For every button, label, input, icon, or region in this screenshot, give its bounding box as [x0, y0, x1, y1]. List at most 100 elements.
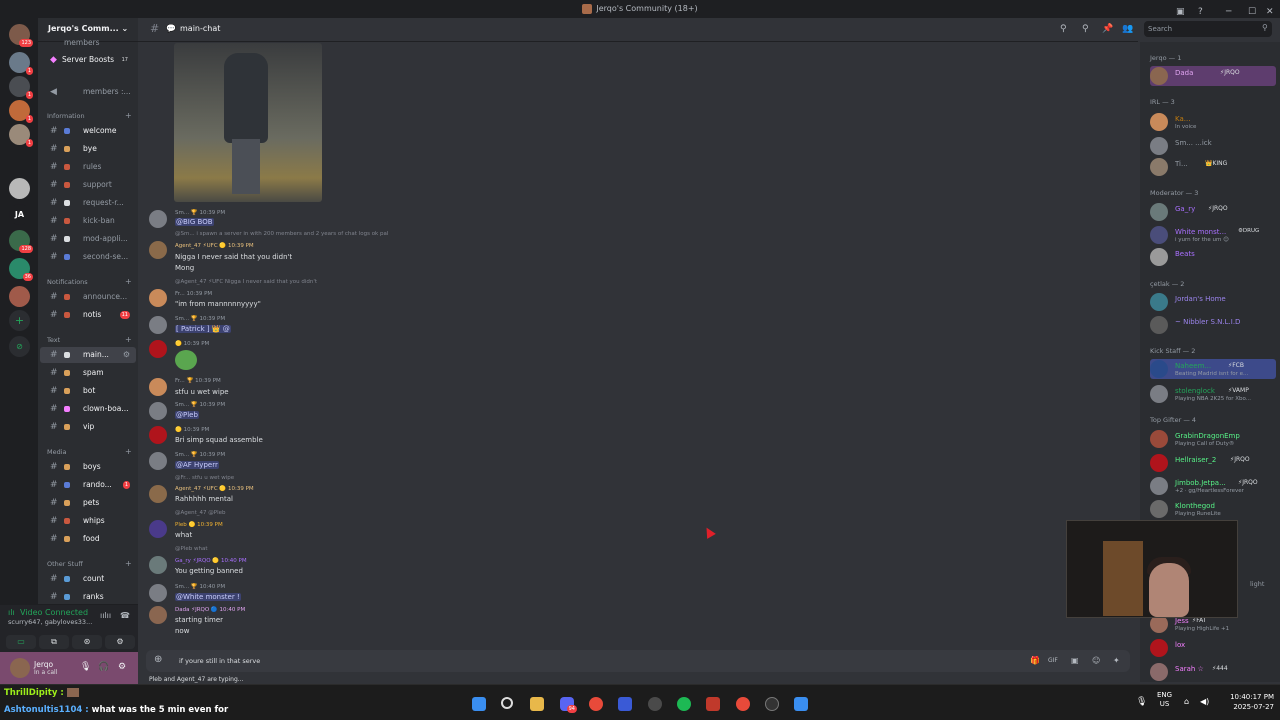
channel-spam[interactable]: # spam — [40, 365, 136, 381]
avatar[interactable] — [149, 485, 167, 503]
member-item[interactable]: stolenglock ⚡VAMP Playing NBA 2K25 for Xbo… — [1150, 384, 1276, 404]
channel-boys[interactable]: # boys — [40, 459, 136, 475]
voice-channel-name[interactable]: scurry647, gabyloves33... — [8, 618, 92, 626]
threads-icon[interactable]: ⚲ — [1060, 24, 1067, 34]
avatar[interactable] — [149, 316, 167, 334]
guild-item[interactable]: 1 — [9, 52, 33, 75]
member-item[interactable]: Sm... ...ick — [1150, 136, 1276, 156]
channel-welcome[interactable]: # welcome — [40, 123, 136, 139]
member-item[interactable]: ~ Nibbler S.N.L.I.D — [1150, 315, 1276, 335]
channel-bye[interactable]: # bye — [40, 141, 136, 157]
member-item[interactable]: GrabinDragonEmp Playing Call of Duty® — [1150, 429, 1276, 449]
category-media[interactable]: Media + — [47, 447, 132, 456]
explore-icon[interactable]: ⊘ — [9, 336, 30, 357]
avatar[interactable] — [149, 340, 167, 358]
avatar[interactable] — [149, 556, 167, 574]
camera-button[interactable]: ▭ — [6, 635, 36, 649]
noise-suppression-icon[interactable]: ıılıı — [100, 611, 111, 620]
message-composer[interactable]: ⊕ if youre still in that serve 🎁 GIF ▣ ☺… — [146, 650, 1130, 672]
member-item[interactable]: White monst... ⚙DRUG i yurn for the um 😊 — [1150, 225, 1276, 245]
user-settings-icon[interactable]: ⚙ — [118, 662, 126, 672]
windows-icon[interactable] — [472, 697, 486, 711]
voice-channel-members[interactable]: ◀ members :... — [40, 84, 136, 100]
server-boosts[interactable]: ◆ Server Boosts 17 — [40, 52, 136, 68]
channel-mod-apply[interactable]: # mod-appli... — [40, 231, 136, 247]
guild-item-ja[interactable]: JA — [9, 204, 30, 225]
channel-count[interactable]: # count — [40, 571, 136, 587]
members-list-icon[interactable]: 👥 — [1122, 24, 1133, 34]
channel-notis[interactable]: # notis 11 — [40, 307, 136, 323]
member-item[interactable]: Ka... In voice — [1150, 112, 1276, 132]
avatar[interactable] — [149, 520, 167, 538]
channel-main-chat[interactable]: # main... ⚙ — [40, 347, 136, 363]
app-icon[interactable] — [618, 697, 632, 711]
channel-kick-ban[interactable]: # kick-ban — [40, 213, 136, 229]
avatar[interactable] — [149, 402, 167, 420]
pin-icon[interactable]: 📌 — [1102, 24, 1113, 34]
avatar[interactable] — [149, 452, 167, 470]
member-item[interactable]: Ti... 👑KING — [1150, 157, 1276, 177]
upload-icon[interactable]: ⊕ — [154, 654, 162, 665]
avatar[interactable] — [149, 606, 167, 624]
category-text[interactable]: Text + — [47, 335, 132, 344]
guild-item[interactable]: 1 — [9, 100, 33, 123]
member-item[interactable]: Ga_ry ⚡JRQO — [1150, 202, 1276, 222]
member-item[interactable]: lox — [1150, 638, 1276, 658]
network-icon[interactable]: ⌂ — [1184, 697, 1189, 706]
emoji-icon[interactable]: ☺ — [1092, 656, 1100, 665]
headset-icon[interactable]: 🎧 — [98, 662, 109, 672]
guild-item[interactable] — [9, 178, 30, 199]
avatar[interactable] — [149, 210, 167, 228]
category-notifications[interactable]: Notifications + — [47, 277, 132, 286]
message-input[interactable]: if youre still in that serve — [179, 657, 260, 665]
channel-random[interactable]: # rando... 1 — [40, 477, 136, 493]
discord-icon[interactable]: 94 — [560, 697, 577, 713]
mic-icon[interactable]: 🎙 — [80, 662, 91, 672]
search-input[interactable]: Search — [1144, 21, 1272, 37]
member-item[interactable]: Naheem... ⚡FCB Beating Madrid isnt for e..… — [1150, 359, 1276, 379]
add-server-icon[interactable]: + — [9, 310, 30, 331]
guild-item[interactable] — [9, 286, 30, 307]
chrome-icon[interactable] — [589, 697, 603, 711]
avatar[interactable] — [149, 426, 167, 444]
maximize-button[interactable]: ☐ — [1248, 3, 1256, 21]
chrome-icon[interactable] — [736, 697, 750, 711]
channel-bot[interactable]: # bot — [40, 383, 136, 399]
obs-alt-icon[interactable] — [765, 697, 779, 711]
category-information[interactable]: Information + — [47, 111, 132, 120]
channel-announce[interactable]: # announce... — [40, 289, 136, 305]
member-item[interactable]: Jordan's Home — [1150, 292, 1276, 312]
member-item[interactable]: Sarah ☆ ⚡444 — [1150, 662, 1276, 682]
steam-icon[interactable] — [648, 697, 662, 711]
member-item[interactable]: Klonthegod Playing RuneLite — [1150, 499, 1276, 519]
files-icon[interactable] — [530, 697, 544, 711]
app-icon[interactable] — [794, 697, 808, 711]
channel-support[interactable]: # support — [40, 177, 136, 193]
avatar[interactable] — [149, 289, 167, 307]
guild-item[interactable]: 36 — [9, 258, 33, 281]
disconnect-icon[interactable]: ☎ — [120, 611, 130, 620]
member-item[interactable]: Hellraiser_2 ⚡JRQO — [1150, 453, 1276, 473]
channel-second[interactable]: # second-se... — [40, 249, 136, 265]
spotify-icon[interactable] — [677, 697, 691, 711]
avatar[interactable] — [10, 658, 30, 678]
channel-vip[interactable]: # vip — [40, 419, 136, 435]
avatar[interactable] — [149, 584, 167, 602]
activity-button[interactable]: ⊛ — [72, 635, 102, 649]
search-icon[interactable]: ⚲ — [1262, 23, 1268, 32]
channel-whips[interactable]: # whips — [40, 513, 136, 529]
guild-item[interactable]: 1 — [9, 76, 33, 99]
clock[interactable]: 10:40:17 PM 2025-07-27 — [1222, 692, 1274, 712]
gif-icon[interactable]: GIF — [1048, 657, 1058, 664]
channel-clown[interactable]: # clown-boa... — [40, 401, 136, 417]
channel-pets[interactable]: # pets — [40, 495, 136, 511]
help-icon[interactable]: ? — [1198, 3, 1203, 21]
mute-icon[interactable]: ⚲ — [1082, 24, 1089, 34]
minimize-button[interactable]: ─ — [1226, 3, 1231, 21]
embedded-image[interactable] — [174, 43, 322, 202]
member-item[interactable]: Dada ⚡JRQO — [1150, 66, 1276, 86]
search-icon[interactable] — [501, 697, 513, 709]
apps-icon[interactable]: ✦ — [1113, 656, 1120, 665]
gift-icon[interactable]: 🎁 — [1030, 656, 1040, 665]
close-button[interactable]: ✕ — [1266, 3, 1274, 21]
